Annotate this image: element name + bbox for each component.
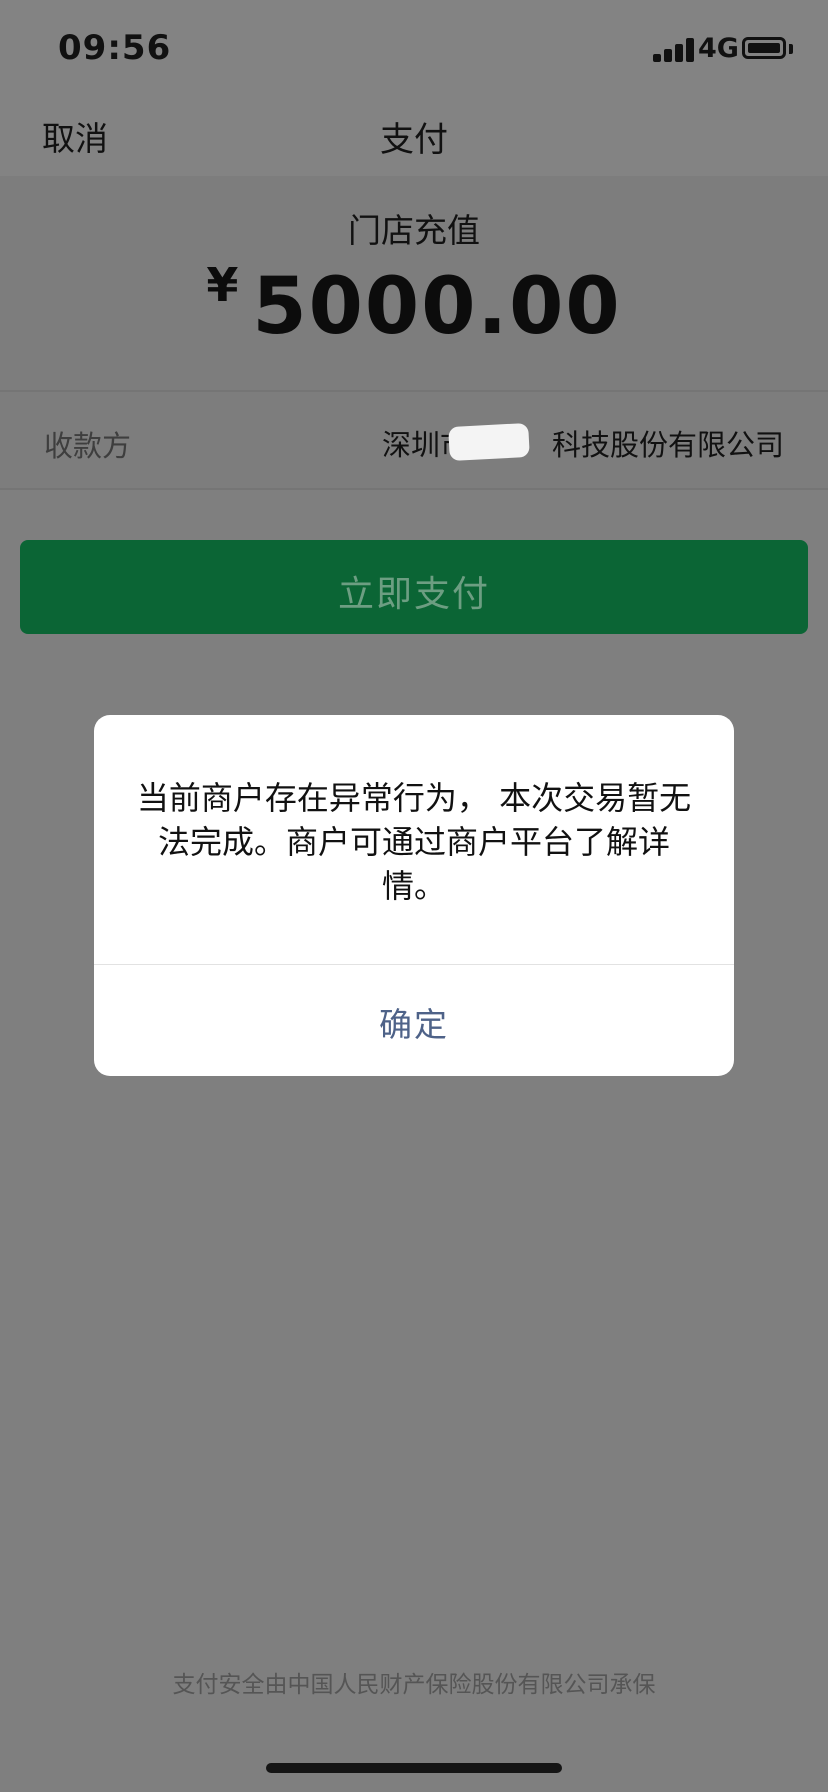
insurance-note: 支付安全由中国人民财产保险股份有限公司承保 <box>172 1672 656 1698</box>
network-label: 4G <box>698 33 739 64</box>
pay-now-label: 立即支付 <box>337 574 490 615</box>
status-time: 09:56 <box>58 28 172 68</box>
currency-symbol: ¥ <box>206 258 239 312</box>
confirm-label: 确定 <box>379 1005 449 1044</box>
page-title: 支付 <box>380 120 448 160</box>
battery-icon <box>742 37 786 59</box>
payment-amount: 5000.00 <box>252 262 622 352</box>
order-title: 门店充值 <box>348 211 480 250</box>
payee-value: 深圳市 科技股份有限公司 <box>382 428 784 462</box>
redaction-mark <box>448 422 530 462</box>
amount-row: ¥5000.00 <box>0 258 828 352</box>
dialog-message: 当前商户存在异常行为， 本次交易暂无法完成。商户可通过商户平台了解详情。 <box>136 779 692 905</box>
home-indicator[interactable] <box>266 1763 562 1773</box>
battery-tip <box>789 44 793 54</box>
payee-label: 收款方 <box>44 429 132 463</box>
